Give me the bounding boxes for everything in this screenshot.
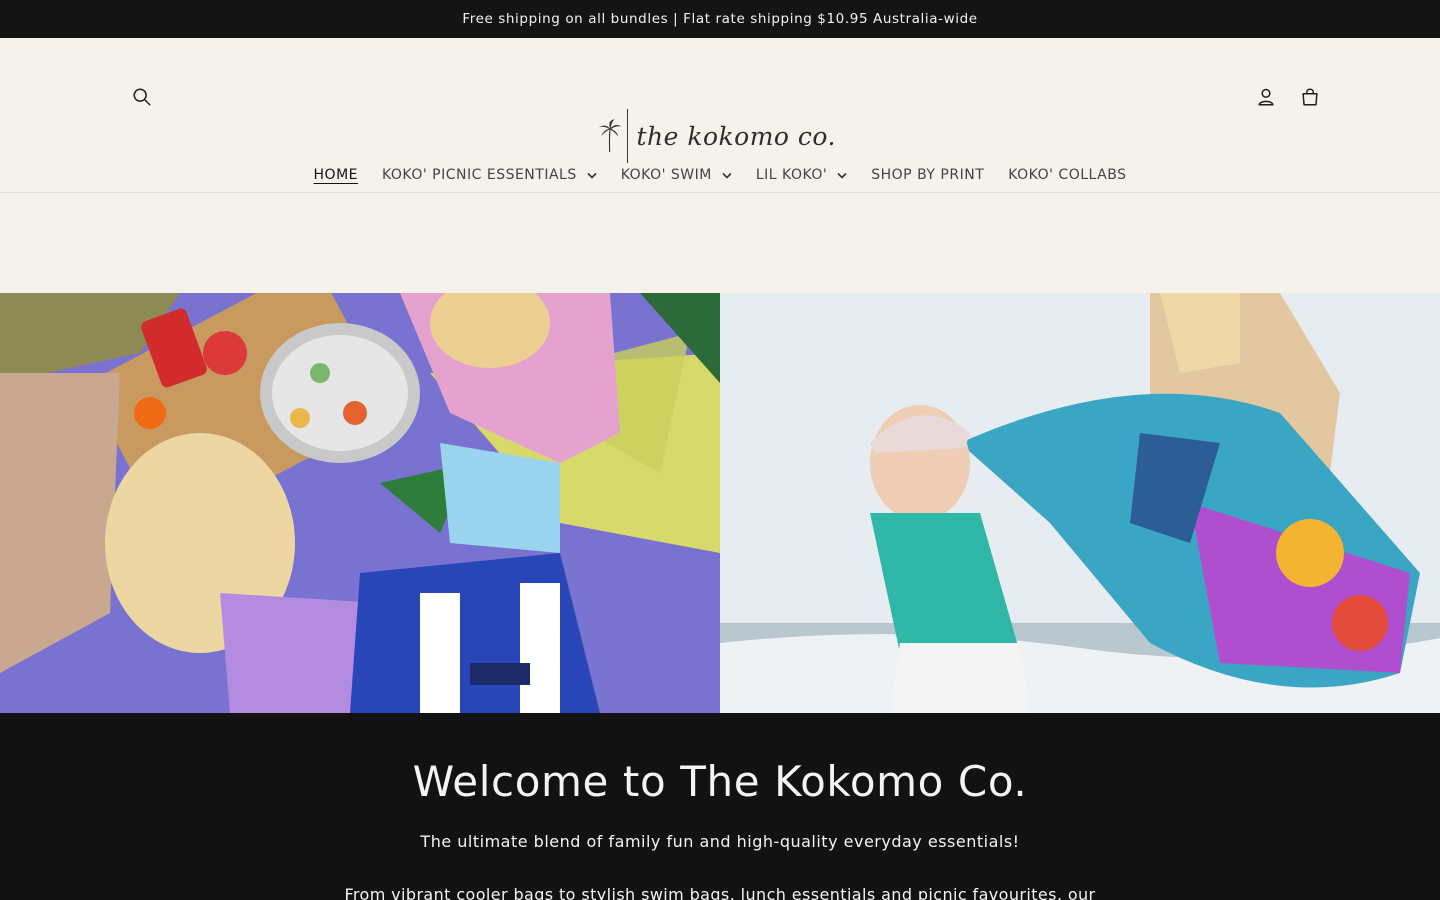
nav-item-picnic-essentials[interactable]: KOKO' PICNIC ESSENTIALS: [370, 167, 609, 183]
hero-spacer: [0, 193, 1440, 293]
site-header: the kokomo co. HOME KOKO' PICNIC ESSENTI…: [0, 38, 1440, 193]
palm-tree-icon: [599, 119, 622, 153]
nav-item-label: SHOP BY PRINT: [871, 167, 985, 183]
nav-item-label: KOKO' SWIM: [620, 167, 712, 183]
welcome-section: Welcome to The Kokomo Co. The ultimate b…: [0, 713, 1440, 900]
search-icon: [133, 88, 151, 106]
search-button[interactable]: [120, 75, 164, 119]
nav-item-label: LIL KOKO': [755, 167, 828, 183]
welcome-title: Welcome to The Kokomo Co.: [412, 757, 1028, 806]
nav-item-label: KOKO' COLLABS: [1008, 167, 1127, 183]
account-button[interactable]: [1244, 75, 1288, 119]
nav-item-label: HOME: [313, 167, 358, 183]
main-nav: HOME KOKO' PICNIC ESSENTIALS KOKO' SWIM …: [0, 158, 1440, 192]
announcement-text: Free shipping on all bundles | Flat rate…: [462, 11, 978, 27]
chevron-down-icon: [722, 172, 732, 179]
cart-icon: [1302, 88, 1318, 106]
announcement-bar: Free shipping on all bundles | Flat rate…: [0, 0, 1440, 38]
nav-item-lil-koko[interactable]: LIL KOKO': [744, 167, 859, 183]
beach-photo: [720, 293, 1440, 713]
account-icon: [1258, 88, 1274, 106]
nav-item-collabs[interactable]: KOKO' COLLABS: [996, 167, 1138, 183]
nav-item-label: KOKO' PICNIC ESSENTIALS: [382, 167, 577, 183]
hero-banner: [0, 293, 1440, 713]
logo-divider: [627, 109, 629, 163]
nav-item-home[interactable]: HOME: [302, 167, 370, 183]
cart-button[interactable]: [1288, 75, 1332, 119]
logo-text: the kokomo co.: [636, 121, 836, 151]
chevron-down-icon: [587, 172, 597, 179]
nav-item-shop-by-print[interactable]: SHOP BY PRINT: [859, 167, 996, 183]
hero-image-picnic[interactable]: [0, 293, 720, 713]
site-logo[interactable]: the kokomo co.: [596, 106, 836, 166]
welcome-tagline: The ultimate blend of family fun and hig…: [420, 832, 1020, 851]
nav-item-swim[interactable]: KOKO' SWIM: [609, 167, 744, 183]
picnic-photo: [0, 293, 720, 713]
welcome-body: From vibrant cooler bags to stylish swim…: [344, 885, 1096, 900]
chevron-down-icon: [837, 172, 847, 179]
hero-image-swim[interactable]: [720, 293, 1440, 713]
